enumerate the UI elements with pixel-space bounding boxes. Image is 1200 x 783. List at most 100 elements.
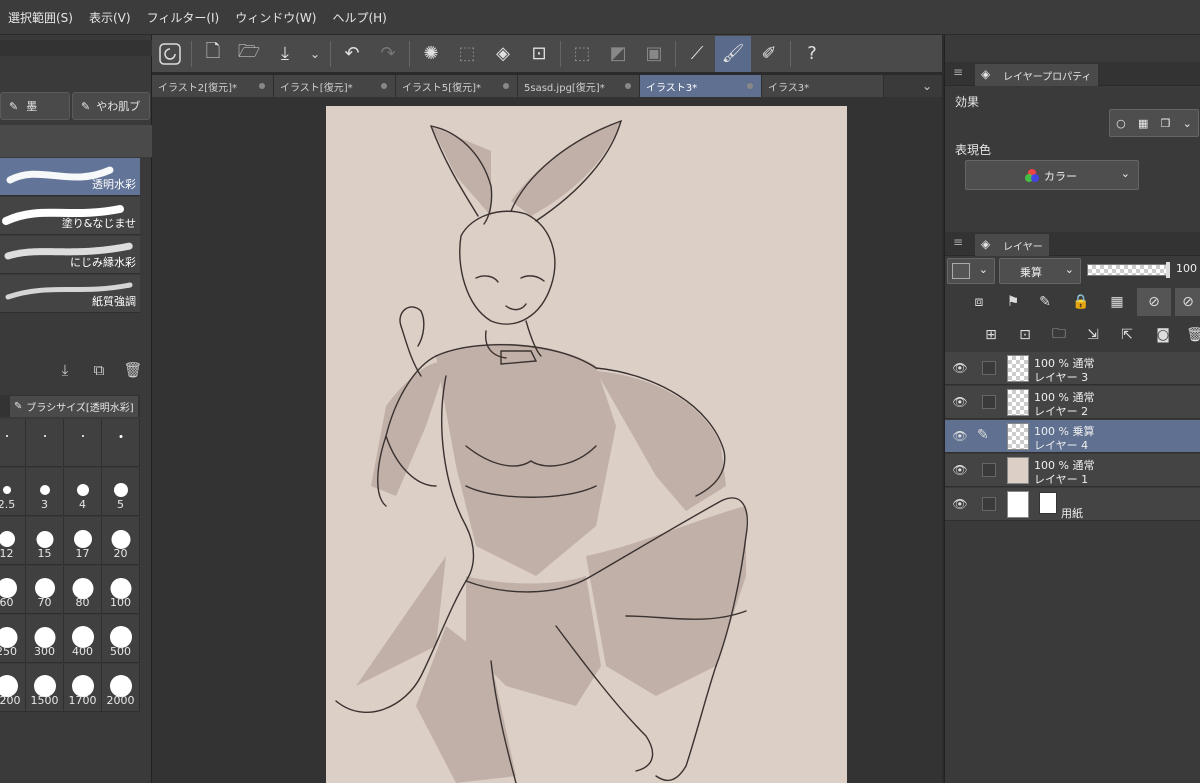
transfer-down-icon[interactable]: ⇲	[1081, 323, 1105, 347]
layer-row[interactable]: 👁 100 % 通常 レイヤー 3	[945, 352, 1200, 385]
eye-icon[interactable]: 👁	[951, 463, 969, 477]
menu-icon[interactable]: ≡	[953, 65, 963, 79]
close-dot-icon[interactable]	[503, 83, 509, 89]
brush-size-cell[interactable]: 4	[64, 468, 102, 516]
menu-filter[interactable]: フィルター(I)	[139, 9, 228, 26]
brush-size-cell[interactable]: 2.5	[0, 468, 26, 516]
lock-icon[interactable]: 🔒	[1069, 290, 1093, 314]
brush-size-cell[interactable]	[0, 419, 26, 467]
effect-selector[interactable]: ○ ▦ ❐ ⌄	[1109, 109, 1199, 137]
subtool-ink[interactable]: ✎ 墨	[0, 92, 70, 120]
brush-size-cell[interactable]: 80	[64, 566, 102, 614]
brush-size-cell[interactable]	[26, 419, 64, 467]
brush-size-cell[interactable]: 250	[0, 615, 26, 663]
blend-mode-select[interactable]: 乗算 ⌄	[999, 258, 1081, 284]
close-dot-icon[interactable]	[381, 83, 387, 89]
menu-select[interactable]: 選択範囲(S)	[0, 9, 81, 26]
close-dot-icon[interactable]	[259, 83, 265, 89]
layer-color-select[interactable]: ⌄	[947, 258, 995, 284]
brush-bleed-edge-watercolor[interactable]: にじみ縁水彩	[0, 236, 140, 274]
new-file-icon[interactable]: 🗋	[195, 36, 231, 72]
fill-bucket-icon[interactable]: ◈	[485, 36, 521, 72]
menu-view[interactable]: 表示(V)	[81, 9, 139, 26]
new-vector-layer-icon[interactable]: ⊡	[1013, 323, 1037, 347]
draft-layer-icon[interactable]: ✎	[1033, 290, 1057, 314]
brush-size-cell[interactable]: 15	[26, 517, 64, 565]
brush-size-cell[interactable]: 17	[64, 517, 102, 565]
help-icon[interactable]: ?	[794, 36, 830, 72]
dotted-select-icon[interactable]: ⬚	[449, 36, 485, 72]
layer-checkbox[interactable]	[982, 497, 996, 511]
brush-size-cell[interactable]: 300	[26, 615, 64, 663]
chevron-down-icon[interactable]: ⌄	[912, 75, 942, 97]
expression-color-select[interactable]: カラー ⌄	[965, 160, 1139, 190]
layer-row[interactable]: 👁 100 % 通常 レイヤー 1	[945, 454, 1200, 487]
layer-row[interactable]: 👁 用紙	[945, 488, 1200, 521]
lock-transparency-icon[interactable]: ▦	[1105, 290, 1129, 314]
brush-size-cell[interactable]	[64, 419, 102, 467]
menu-help[interactable]: ヘルプ(H)	[324, 9, 394, 26]
layer-checkbox[interactable]	[982, 361, 996, 375]
document-tab[interactable]: イラス3*	[762, 75, 884, 97]
clip-layer-icon[interactable]: ⧈	[967, 290, 991, 314]
draw-line-icon[interactable]: ⟋	[679, 36, 715, 72]
menu-window[interactable]: ウィンドウ(W)	[227, 9, 324, 26]
selection-border-icon[interactable]: ▣	[636, 36, 672, 72]
loading-spinner-icon[interactable]: ✺	[413, 36, 449, 72]
close-dot-icon[interactable]	[747, 83, 753, 89]
eye-icon[interactable]: 👁	[951, 395, 969, 409]
canvas-paper[interactable]	[326, 106, 847, 783]
layer-mask-icon[interactable]: ◙	[1151, 323, 1175, 347]
layer-checkbox[interactable]	[982, 463, 996, 477]
eye-icon[interactable]: 👁	[951, 361, 969, 375]
import-icon[interactable]: ⤓	[54, 359, 76, 381]
opacity-slider[interactable]	[1087, 262, 1170, 278]
redo-icon[interactable]: ↷	[370, 36, 406, 72]
merge-down-icon[interactable]: ⇱	[1115, 323, 1139, 347]
duplicate-icon[interactable]: ⧉	[88, 359, 110, 381]
document-tab[interactable]: イラスト2[復元]*	[152, 75, 274, 97]
layer-checkbox[interactable]	[982, 395, 996, 409]
brush-size-cell[interactable]: 60	[0, 566, 26, 614]
eye-icon[interactable]: 👁	[951, 497, 969, 511]
brush-transparent-watercolor[interactable]: 透明水彩	[0, 158, 140, 196]
document-tab[interactable]: 5sasd.jpg[復元]*	[518, 75, 640, 97]
deselect-icon[interactable]: ⬚	[564, 36, 600, 72]
document-tab[interactable]: イラスト[復元]*	[274, 75, 396, 97]
close-dot-icon[interactable]	[625, 83, 631, 89]
brush-size-cell[interactable]: 2000	[102, 664, 140, 712]
mask-display-icon[interactable]: ⊘	[1175, 288, 1200, 316]
brush-paint-blend[interactable]: 塗り&なじませ	[0, 197, 140, 235]
menu-icon[interactable]: ≡	[953, 235, 963, 249]
brush-size-cell[interactable]: 500	[102, 615, 140, 663]
opacity-slider-handle[interactable]	[1166, 262, 1170, 278]
brush-size-cell[interactable]: 5	[102, 468, 140, 516]
invert-selection-icon[interactable]: ◩	[600, 36, 636, 72]
app-logo-icon[interactable]	[152, 36, 188, 72]
brush-size-cell[interactable]: 70	[26, 566, 64, 614]
brush-size-cell[interactable]: 3	[26, 468, 64, 516]
document-tab[interactable]: イラスト3*	[640, 75, 762, 97]
layer-row[interactable]: 👁 100 % 通常 レイヤー 2	[945, 386, 1200, 419]
trash-icon[interactable]: 🗑	[122, 359, 144, 381]
brush-size-cell[interactable]: 1500	[26, 664, 64, 712]
new-raster-layer-icon[interactable]: ⊞	[979, 323, 1003, 347]
reference-layer-icon[interactable]: ⚑	[1001, 290, 1025, 314]
trash-icon[interactable]: 🗑	[1183, 323, 1200, 347]
brush-size-cell[interactable]: 20	[102, 517, 140, 565]
brush-size-tab[interactable]: ✎ ブラシサイズ[透明水彩]	[10, 396, 138, 417]
save-icon[interactable]: ⤓	[267, 36, 303, 72]
brush-paper-texture[interactable]: 紙質強調	[0, 275, 140, 313]
brush-size-cell[interactable]: 400	[64, 615, 102, 663]
undo-icon[interactable]: ↶	[334, 36, 370, 72]
ruler-pen-icon[interactable]: ✐	[751, 36, 787, 72]
transform-icon[interactable]: ⊡	[521, 36, 557, 72]
chevron-down-icon[interactable]: ⌄	[303, 36, 327, 72]
new-folder-icon[interactable]: 🗀	[1047, 323, 1071, 347]
layer-tab[interactable]: ◈ レイヤー	[975, 234, 1049, 256]
brush-size-cell[interactable]: 12	[0, 517, 26, 565]
layer-property-tab[interactable]: ◈ レイヤープロパティ	[975, 64, 1098, 86]
subtool-soft-skin[interactable]: ✎ やわ肌ブ	[72, 92, 150, 120]
brush-size-cell[interactable]: 100	[102, 566, 140, 614]
eye-icon[interactable]: 👁	[951, 429, 969, 443]
